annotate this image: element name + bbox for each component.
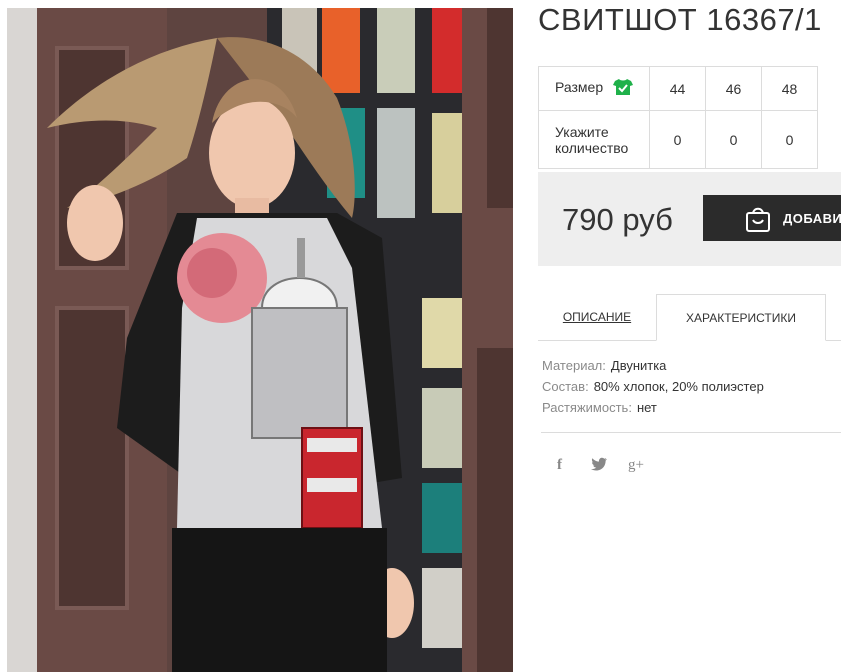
spec-row-stretch: Растяжимость: нет — [542, 399, 764, 420]
spec-row-composition: Состав: 80% хлопок, 20% полиэстер — [542, 378, 764, 399]
tshirt-check-icon[interactable] — [613, 78, 634, 99]
twitter-icon[interactable] — [591, 457, 607, 477]
spec-value: нет — [636, 400, 657, 415]
quantity-input-48[interactable]: 0 — [761, 110, 818, 169]
product-photo[interactable] — [7, 8, 513, 672]
size-label-cell: Размер — [538, 66, 650, 111]
size-row: Размер 44 46 48 — [538, 66, 818, 111]
spec-key: Материал: — [542, 358, 606, 373]
spec-key: Состав: — [542, 379, 589, 394]
product-title: СВИТШОТ 16367/1 — [538, 2, 822, 37]
facebook-icon[interactable]: f — [557, 455, 562, 475]
quantity-label-line2: количество — [555, 139, 629, 156]
size-option-46[interactable]: 46 — [705, 66, 762, 111]
divider — [541, 432, 841, 433]
spec-key: Растяжимость: — [542, 400, 632, 415]
google-plus-icon[interactable]: g+ — [628, 455, 644, 475]
spec-value: 80% хлопок, 20% полиэстер — [593, 379, 764, 394]
quantity-row: Укажите количество 0 0 0 — [538, 110, 818, 169]
product-photo-illustration — [7, 8, 513, 672]
characteristics-list: Материал: Двунитка Состав: 80% хлопок, 20%… — [542, 357, 764, 420]
tab-description[interactable]: ОПИСАНИЕ — [538, 294, 656, 339]
size-option-44[interactable]: 44 — [649, 66, 706, 111]
spec-row-material: Материал: Двунитка — [542, 357, 764, 378]
tab-characteristics[interactable]: ХАРАКТЕРИСТИКИ — [656, 294, 826, 341]
quantity-input-46[interactable]: 0 — [705, 110, 762, 169]
price: 790 руб — [562, 202, 673, 237]
size-quantity-table: Размер 44 46 48 Укажите количество 0 0 0 — [538, 66, 818, 169]
size-option-48[interactable]: 48 — [761, 66, 818, 111]
size-label: Размер — [555, 79, 604, 96]
quantity-input-44[interactable]: 0 — [649, 110, 706, 169]
quantity-label-line1: Укажите — [555, 123, 609, 140]
quantity-label: Укажите количество — [538, 110, 650, 169]
add-to-cart-button[interactable]: ДОБАВИТЬ — [703, 195, 841, 241]
add-to-cart-label: ДОБАВИТЬ — [783, 211, 841, 226]
product-tabs: ОПИСАНИЕ ХАРАКТЕРИСТИКИ — [538, 294, 841, 341]
shopping-bag-icon — [745, 205, 771, 238]
price-box: 790 руб ДОБАВИТЬ — [538, 172, 841, 266]
spec-value: Двунитка — [610, 358, 667, 373]
